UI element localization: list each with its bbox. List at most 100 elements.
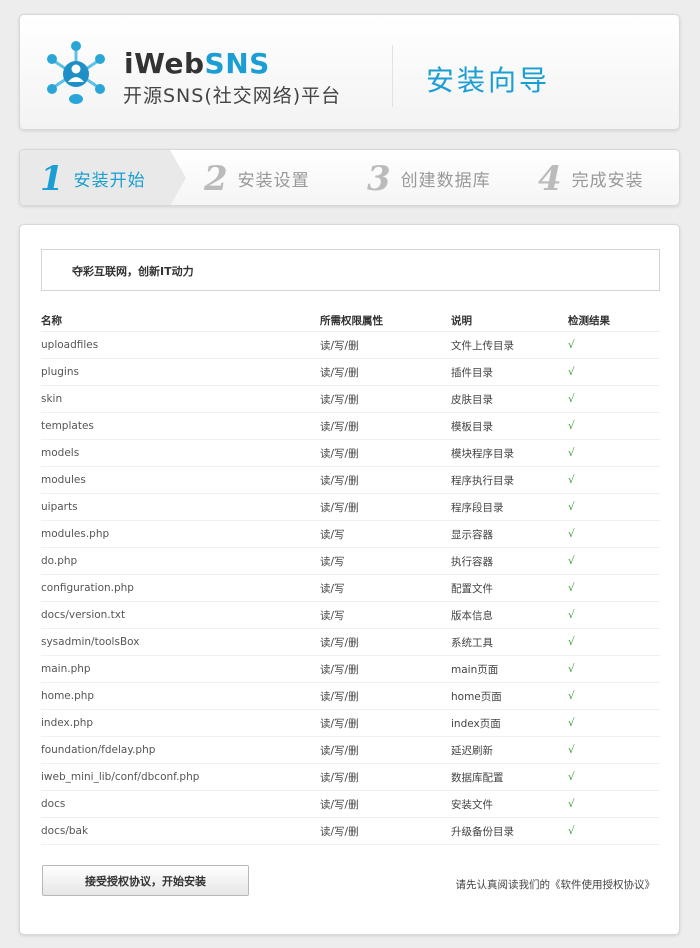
cell-name: main.php bbox=[41, 655, 320, 683]
cell-name: plugins bbox=[41, 358, 320, 386]
cell-result: √ bbox=[568, 709, 660, 737]
cell-description: 插件目录 bbox=[451, 358, 568, 386]
cell-description: 程序执行目录 bbox=[451, 466, 568, 494]
step-label: 安装开始 bbox=[73, 171, 146, 191]
header-permission: 所需权限属性 bbox=[320, 309, 451, 332]
cell-description: home页面 bbox=[451, 682, 568, 710]
table-row: models 读/写/删 模块程序目录 √ bbox=[41, 439, 660, 467]
header-panel: iWebSNS 开源SNS(社交网络)平台 安装向导 bbox=[19, 14, 680, 130]
cell-permission: 读/写 bbox=[320, 601, 451, 629]
table-row: index.php 读/写/删 index页面 √ bbox=[41, 709, 660, 737]
header-divider bbox=[392, 45, 393, 107]
cell-result: √ bbox=[568, 385, 660, 413]
step-4: 4 完成安装 bbox=[538, 150, 644, 205]
cell-name: foundation/fdelay.php bbox=[41, 736, 320, 764]
cell-permission: 读/写 bbox=[320, 520, 451, 548]
cell-description: 系统工具 bbox=[451, 628, 568, 656]
cell-name: uploadfiles bbox=[41, 331, 320, 359]
cell-description: 安装文件 bbox=[451, 790, 568, 818]
cell-name: modules.php bbox=[41, 520, 320, 548]
brand-subtitle: 开源SNS(社交网络)平台 bbox=[123, 85, 342, 107]
cell-permission: 读/写/删 bbox=[320, 385, 451, 413]
cell-description: 模块程序目录 bbox=[451, 439, 568, 467]
brand-accent: SNS bbox=[204, 47, 270, 80]
slogan-box: 夺彩互联网，创新IT动力 bbox=[41, 249, 660, 291]
cell-permission: 读/写 bbox=[320, 574, 451, 602]
cell-permission: 读/写 bbox=[320, 547, 451, 575]
table-row: home.php 读/写/删 home页面 √ bbox=[41, 682, 660, 710]
cell-description: 配置文件 bbox=[451, 574, 568, 602]
table-row: docs/version.txt 读/写 版本信息 √ bbox=[41, 601, 660, 629]
step-3: 3 创建数据库 bbox=[367, 150, 491, 205]
cell-result: √ bbox=[568, 493, 660, 521]
license-note: 请先认真阅读我们的《软件使用授权协议》 bbox=[455, 879, 656, 891]
cell-result: √ bbox=[568, 763, 660, 791]
cell-name: docs/version.txt bbox=[41, 601, 320, 629]
cell-name: home.php bbox=[41, 682, 320, 710]
table-row: templates 读/写/删 模板目录 √ bbox=[41, 412, 660, 440]
cell-description: index页面 bbox=[451, 709, 568, 737]
table-row: uploadfiles 读/写/删 文件上传目录 √ bbox=[41, 331, 660, 359]
cell-name: templates bbox=[41, 412, 320, 440]
header-result: 检测结果 bbox=[568, 309, 660, 332]
step-label: 创建数据库 bbox=[400, 171, 491, 191]
table-row: uiparts 读/写/删 程序段目录 √ bbox=[41, 493, 660, 521]
wizard-title: 安装向导 bbox=[426, 64, 551, 97]
table-header-row: 名称 所需权限属性 说明 检测结果 bbox=[41, 309, 660, 332]
cell-permission: 读/写/删 bbox=[320, 331, 451, 359]
table-row: sysadmin/toolsBox 读/写/删 系统工具 √ bbox=[41, 628, 660, 656]
cell-permission: 读/写/删 bbox=[320, 763, 451, 791]
step-label: 安装设置 bbox=[237, 171, 310, 191]
cell-result: √ bbox=[568, 655, 660, 683]
cell-permission: 读/写/删 bbox=[320, 790, 451, 818]
cell-name: configuration.php bbox=[41, 574, 320, 602]
cell-result: √ bbox=[568, 466, 660, 494]
table-row: do.php 读/写 执行容器 √ bbox=[41, 547, 660, 575]
permission-check-table: 名称 所需权限属性 说明 检测结果 uploadfiles 读/写/删 文件上传目录… bbox=[41, 309, 660, 845]
cell-result: √ bbox=[568, 358, 660, 386]
cell-description: 皮肤目录 bbox=[451, 385, 568, 413]
table-row: docs 读/写/删 安装文件 √ bbox=[41, 790, 660, 818]
cell-description: 模板目录 bbox=[451, 412, 568, 440]
cell-permission: 读/写/删 bbox=[320, 709, 451, 737]
step-2: 2 安装设置 bbox=[204, 150, 310, 205]
cell-description: 程序段目录 bbox=[451, 493, 568, 521]
cell-name: do.php bbox=[41, 547, 320, 575]
table-row: main.php 读/写/删 main页面 √ bbox=[41, 655, 660, 683]
cell-name: uiparts bbox=[41, 493, 320, 521]
cell-description: 显示容器 bbox=[451, 520, 568, 548]
accept-license-install-button[interactable]: 接受授权协议，开始安装 bbox=[42, 865, 249, 896]
table-row: modules.php 读/写 显示容器 √ bbox=[41, 520, 660, 548]
content-panel: 夺彩互联网，创新IT动力 名称 所需权限属性 说明 检测结果 uploadfil… bbox=[19, 224, 680, 935]
cell-description: main页面 bbox=[451, 655, 568, 683]
cell-permission: 读/写/删 bbox=[320, 466, 451, 494]
step-1: 1 安装开始 bbox=[40, 150, 146, 205]
cell-result: √ bbox=[568, 412, 660, 440]
cell-result: √ bbox=[568, 628, 660, 656]
cell-description: 文件上传目录 bbox=[451, 331, 568, 359]
table-body: uploadfiles 读/写/删 文件上传目录 √ plugins 读/写/删 插件目录 √… bbox=[41, 331, 660, 845]
cell-permission: 读/写/删 bbox=[320, 493, 451, 521]
table-row: foundation/fdelay.php 读/写/删 延迟刷新 √ bbox=[41, 736, 660, 764]
cell-result: √ bbox=[568, 574, 660, 602]
step-number: 4 bbox=[538, 158, 562, 199]
cell-permission: 读/写/删 bbox=[320, 358, 451, 386]
brand-name: iWebSNS bbox=[124, 47, 270, 80]
cell-result: √ bbox=[568, 331, 660, 359]
table-row: docs/bak 读/写/删 升级备份目录 √ bbox=[41, 817, 660, 845]
table-row: configuration.php 读/写 配置文件 √ bbox=[41, 574, 660, 602]
table-row: iweb_mini_lib/conf/dbconf.php 读/写/删 数据库配置 √ bbox=[41, 763, 660, 791]
cell-result: √ bbox=[568, 736, 660, 764]
cell-result: √ bbox=[568, 520, 660, 548]
cell-permission: 读/写/删 bbox=[320, 682, 451, 710]
cell-name: docs bbox=[41, 790, 320, 818]
slogan-text: 夺彩互联网，创新IT动力 bbox=[72, 265, 194, 278]
cell-result: √ bbox=[568, 817, 660, 845]
people-network-logo-icon bbox=[47, 41, 105, 104]
cell-description: 版本信息 bbox=[451, 601, 568, 629]
cell-permission: 读/写/删 bbox=[320, 736, 451, 764]
cell-name: modules bbox=[41, 466, 320, 494]
step-number: 2 bbox=[204, 158, 228, 199]
active-step-arrow bbox=[170, 150, 186, 205]
cell-result: √ bbox=[568, 790, 660, 818]
